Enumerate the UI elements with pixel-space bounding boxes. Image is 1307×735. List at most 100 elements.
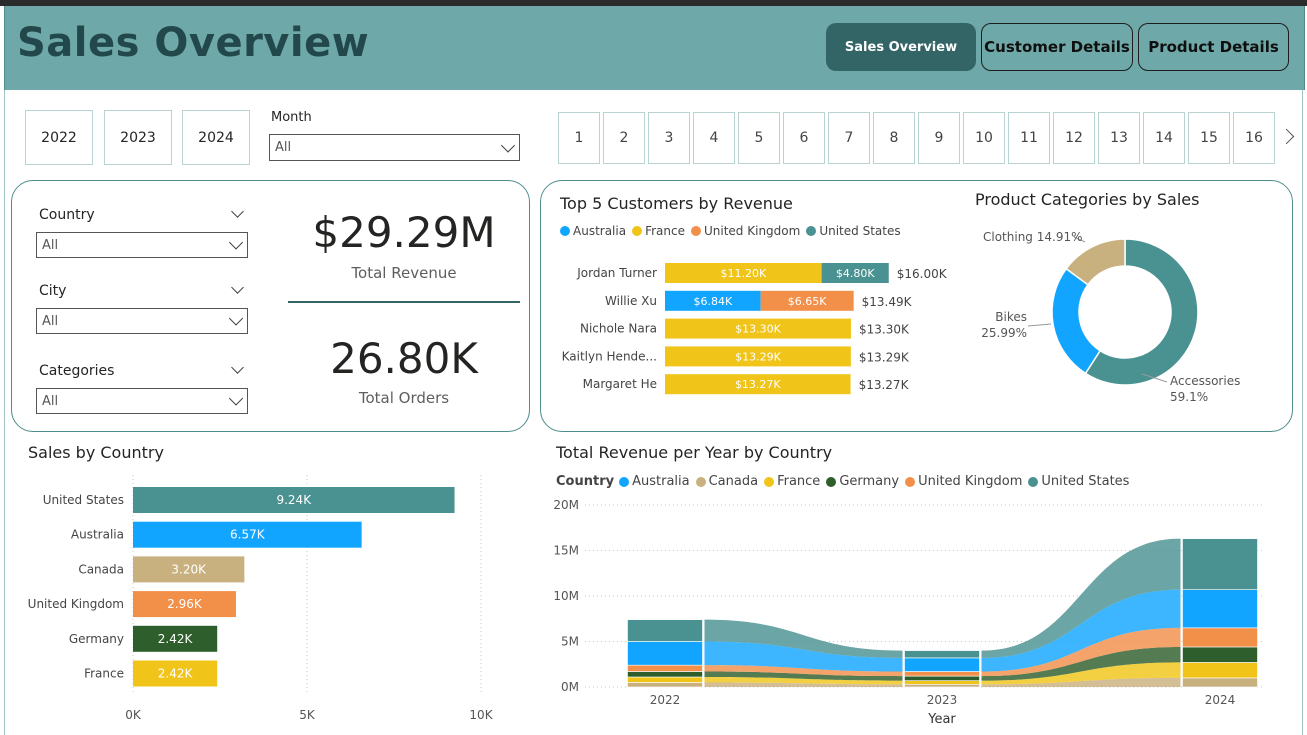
- x-axis-title: Year: [927, 712, 956, 727]
- nav-customer-details-button[interactable]: Customer Details: [981, 23, 1133, 71]
- legend-label: France: [777, 474, 821, 489]
- legend-item[interactable]: Australia: [619, 474, 690, 489]
- legend-label: Australia: [632, 474, 690, 489]
- y-tick-label: 5M: [561, 635, 579, 649]
- ribbon-column-segment[interactable]: [627, 664, 703, 672]
- kpi-divider: [288, 301, 520, 303]
- day-button-14[interactable]: 14: [1143, 112, 1185, 164]
- x-tick-label: 2024: [1205, 693, 1236, 707]
- country-label: United States: [43, 493, 124, 507]
- legend-item[interactable]: United States: [1028, 474, 1129, 489]
- day-button-9[interactable]: 9: [918, 112, 960, 164]
- legend-label: United Kingdom: [704, 224, 801, 238]
- ribbon-column-segment[interactable]: [1182, 589, 1258, 629]
- legend-item[interactable]: United States: [806, 224, 901, 238]
- ribbon-column-segment[interactable]: [627, 682, 703, 688]
- day-button-2[interactable]: 2: [603, 112, 645, 164]
- y-tick-label: 20M: [553, 498, 579, 512]
- total-orders-label: Total Orders: [358, 389, 450, 407]
- segment-data-label: $13.30K: [735, 323, 781, 336]
- legend-dot-icon: [826, 476, 837, 487]
- x-tick-label: 2022: [650, 693, 681, 707]
- day-button-4[interactable]: 4: [693, 112, 735, 164]
- city-dropdown[interactable]: All: [36, 308, 248, 334]
- legend-item[interactable]: Canada: [695, 474, 758, 489]
- day-button-13[interactable]: 13: [1098, 112, 1140, 164]
- donut-percent-label: 25.99%: [981, 326, 1027, 340]
- day-button-5[interactable]: 5: [738, 112, 780, 164]
- ribbon-column-segment[interactable]: [1182, 662, 1258, 679]
- ribbon-column-segment[interactable]: [1182, 677, 1258, 688]
- ribbon-column-segment[interactable]: [904, 683, 980, 688]
- legend-item[interactable]: Australia: [560, 224, 626, 238]
- ribbon-column-segment[interactable]: [627, 641, 703, 666]
- year-button-2024[interactable]: 2024: [182, 110, 250, 165]
- categories-dropdown[interactable]: All: [36, 388, 248, 414]
- legend-label: Australia: [573, 224, 627, 238]
- legend-label: United States: [819, 224, 901, 238]
- segment-data-label: $13.27K: [735, 378, 781, 391]
- day-button-10[interactable]: 10: [963, 112, 1005, 164]
- ribbon-column-segment[interactable]: [904, 671, 980, 677]
- legend-item[interactable]: United Kingdom: [691, 224, 800, 238]
- y-tick-label: 0M: [561, 680, 579, 694]
- bar-data-label: 2.96K: [167, 597, 203, 611]
- day-button-8[interactable]: 8: [873, 112, 915, 164]
- ribbon-column-segment[interactable]: [627, 671, 703, 678]
- day-button-3[interactable]: 3: [648, 112, 690, 164]
- country-dropdown-value: All: [42, 237, 59, 253]
- legend-item[interactable]: Germany: [826, 474, 899, 489]
- day-button-1[interactable]: 1: [558, 112, 600, 164]
- month-dropdown[interactable]: All: [269, 134, 520, 161]
- year-button-2022[interactable]: 2022: [25, 110, 93, 165]
- revenue-per-year-chart: 0M 5M 10M 15M 20M 2022 2023 2024 Year: [553, 498, 1265, 727]
- total-orders-value: 26.80K: [330, 334, 478, 383]
- day-button-11[interactable]: 11: [1008, 112, 1050, 164]
- legend-item[interactable]: France: [764, 474, 820, 489]
- customer-label: Kaitlyn Hende...: [562, 349, 657, 363]
- ribbon-column-segment[interactable]: [1182, 646, 1258, 663]
- nav-sales-overview-button[interactable]: Sales Overview: [826, 23, 976, 71]
- legend-dot-icon: [695, 476, 706, 487]
- product-categories-title: Product Categories by Sales: [975, 190, 1200, 209]
- y-tick-label: 15M: [553, 544, 579, 558]
- day-button-16[interactable]: 16: [1233, 112, 1275, 164]
- day-button-6[interactable]: 6: [783, 112, 825, 164]
- legend-dot-icon: [806, 226, 817, 236]
- chevron-down-icon: [228, 235, 244, 250]
- ribbon-column-segment[interactable]: [904, 657, 980, 672]
- day-button-12[interactable]: 12: [1053, 112, 1095, 164]
- customer-total-label: $13.27K: [859, 378, 910, 392]
- country-label: Canada: [78, 562, 124, 576]
- customer-total-label: $13.49K: [862, 295, 913, 309]
- ribbon-column-segment[interactable]: [904, 675, 980, 681]
- city-dropdown-value: All: [42, 313, 59, 329]
- legend-dot-icon: [619, 476, 630, 487]
- country-label: France: [84, 667, 124, 681]
- top-customers-chart: Jordan Turner $11.20K $4.80K $16.00K Willie …: [562, 263, 948, 395]
- country-dropdown[interactable]: All: [36, 232, 248, 258]
- legend-item[interactable]: France: [632, 224, 685, 238]
- donut-label: Accessories: [1170, 374, 1240, 388]
- product-categories-donut: Accessories 59.1% Bikes 25.99% Clothing 14.9…: [981, 230, 1240, 404]
- ribbon-column-segment[interactable]: [627, 676, 703, 683]
- segment-data-label: $6.84K: [693, 295, 732, 308]
- day-button-15[interactable]: 15: [1188, 112, 1230, 164]
- donut-slice-bikes[interactable]: [1051, 267, 1102, 375]
- ribbon-column-segment[interactable]: [904, 680, 980, 685]
- legend-item[interactable]: United Kingdom: [905, 474, 1022, 489]
- ribbon-column-segment[interactable]: [627, 619, 703, 642]
- ribbon-column-segment[interactable]: [1182, 627, 1258, 648]
- year-button-2023[interactable]: 2023: [104, 110, 172, 165]
- nav-product-details-button[interactable]: Product Details: [1138, 23, 1289, 71]
- day-button-7[interactable]: 7: [828, 112, 870, 164]
- bar-data-label: 3.20K: [171, 562, 207, 576]
- segment-data-label: $6.65K: [788, 295, 827, 308]
- country-label: Australia: [71, 528, 124, 542]
- ribbon-column-segment[interactable]: [904, 650, 980, 659]
- donut-percent-label: 59.1%: [1170, 390, 1208, 404]
- legend-title: Country: [556, 474, 615, 489]
- ribbon-column-segment[interactable]: [1182, 538, 1258, 590]
- x-tick-label: 0K: [125, 708, 142, 722]
- month-dropdown-value: All: [275, 140, 292, 155]
